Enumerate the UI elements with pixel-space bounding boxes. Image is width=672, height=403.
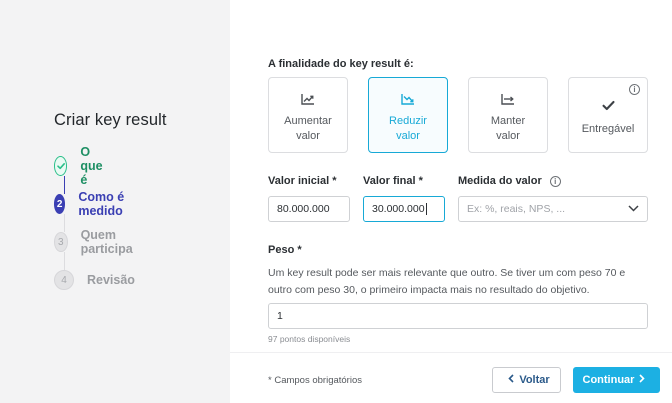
form-footer: * Campos obrigatórios Voltar Continuar xyxy=(230,352,672,403)
check-icon xyxy=(601,98,615,112)
step-label: Revisão xyxy=(87,273,135,287)
option-reduzir-valor[interactable]: Reduzir valor xyxy=(368,77,448,153)
step-number: 4 xyxy=(54,270,74,290)
purpose-label: A finalidade do key result é: xyxy=(268,58,414,70)
step-o-que-e[interactable]: O que é xyxy=(54,145,109,187)
step-revisao[interactable]: 4 Revisão xyxy=(54,270,135,290)
step-connector xyxy=(63,176,65,194)
option-label: Reduzir valor xyxy=(389,115,427,142)
trend-down-icon xyxy=(401,92,415,106)
weight-description: Um key result pode ser mais relevante qu… xyxy=(268,267,626,296)
required-note: * Campos obrigatórios xyxy=(268,375,362,386)
option-manter-valor[interactable]: Manter valor xyxy=(468,77,548,153)
info-icon[interactable]: i xyxy=(549,175,561,187)
step-quem-participa[interactable]: 3 Quem participa xyxy=(54,228,139,256)
step-label: Quem participa xyxy=(80,228,133,256)
measure-label: Medida do valor i xyxy=(458,175,561,187)
step-label: Como é medido xyxy=(78,190,125,218)
trend-flat-icon xyxy=(501,92,515,106)
back-button[interactable]: Voltar xyxy=(492,367,561,393)
step-number: 3 xyxy=(54,232,68,252)
option-label: Entregável xyxy=(581,123,635,135)
initial-value-label: Valor inicial * xyxy=(268,175,337,187)
weight-hint: 97 pontos disponíveis xyxy=(268,334,351,344)
info-icon[interactable]: i xyxy=(629,84,640,95)
step-number: 2 xyxy=(54,194,66,214)
option-aumentar-valor[interactable]: Aumentar valor xyxy=(268,77,348,153)
trend-up-icon xyxy=(301,92,315,106)
chevron-down-icon xyxy=(628,203,639,215)
step-connector xyxy=(63,252,65,270)
option-label: Aumentar valor xyxy=(284,115,332,142)
page-title: Criar key result xyxy=(54,111,167,129)
final-value-input[interactable]: 30.000.000 xyxy=(363,196,445,222)
chevron-right-icon xyxy=(639,374,646,386)
step-connector xyxy=(63,214,65,232)
step-como-e-medido[interactable]: 2 Como é medido xyxy=(54,190,131,218)
option-entregavel[interactable]: i Entregável xyxy=(568,77,648,153)
final-value-label: Valor final * xyxy=(363,175,423,187)
weight-label: Peso * xyxy=(268,244,302,256)
stepper-panel: Criar key result O que é 2 Como é medido… xyxy=(0,0,230,403)
initial-value-input[interactable]: 80.000.000 xyxy=(268,196,350,222)
weight-input[interactable]: 1 xyxy=(268,303,648,329)
continue-button[interactable]: Continuar xyxy=(573,367,660,393)
check-circle-icon xyxy=(54,156,68,176)
text-caret xyxy=(425,203,427,215)
measure-select[interactable]: Ex: %, reais, NPS, ... xyxy=(458,196,648,222)
step-label: O que é xyxy=(80,145,103,187)
option-label: Manter valor xyxy=(490,115,526,142)
form-panel: A finalidade do key result é: Aumentar va… xyxy=(230,0,672,403)
chevron-left-icon xyxy=(508,374,514,386)
